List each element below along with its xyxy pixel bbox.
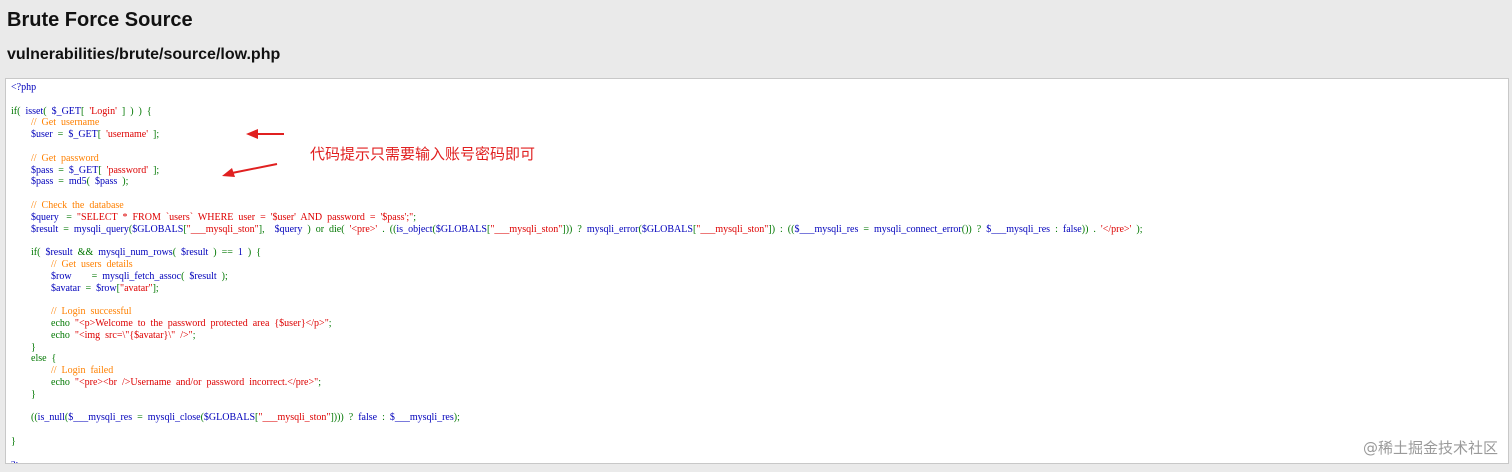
code-line: // Check the database [31,199,124,211]
code-line: echo "<pre><br />Username and/or passwor… [11,376,321,388]
code-line: ?> [11,460,1142,464]
code-line: else { [11,353,57,365]
code-line: $query = "SELECT * FROM `users` WHERE us… [31,211,416,223]
code-line: // Login successful [51,306,132,318]
annotation-arrow-password [222,163,278,177]
code-line: echo "<img src=\"{$avatar}\" />"; [11,329,196,341]
code-line: $pass = md5( $pass ); [31,176,129,188]
code-line: $row = mysqli_fetch_assoc( $result ); [51,270,228,282]
code-line: $user = $_GET[ 'username' ]; [31,129,160,141]
code-line: // Login failed [51,365,114,377]
code-line: echo "<p>Welcome to the password protect… [11,317,332,329]
code-line: // Get password [31,152,99,164]
code-line: ((is_null($___mysqli_res = mysqli_close(… [11,412,460,424]
code-line: $avatar = $row["avatar"]; [51,282,159,294]
code-line: if( $result && mysqli_num_rows( $result … [11,247,261,259]
code-line: // Get username [31,117,100,129]
code-line: } [11,388,36,400]
code-line: if( isset( $_GET[ 'Login' ] ) ) { [11,105,152,117]
page-title: Brute Force Source [7,9,193,31]
source-file-path: vulnerabilities/brute/source/low.php [7,46,281,63]
annotation-note: 代码提示只需要输入账号密码即可 [310,145,536,163]
code-line: <?php [11,82,37,93]
source-code-panel: <?php if( isset( $_GET[ 'Login' ] ) ) { … [5,78,1509,464]
code-line: $pass = $_GET[ 'password' ]; [31,164,160,176]
source-code: <?php if( isset( $_GET[ 'Login' ] ) ) { … [11,82,1143,464]
code-line: } [11,435,16,447]
code-line: } [11,341,36,353]
annotation-arrow-username [246,129,284,139]
watermark: @稀土掘金技术社区 [1362,439,1498,457]
code-line: // Get users details [51,258,133,270]
code-line: $result = mysqli_query($GLOBALS["___mysq… [31,223,1143,235]
